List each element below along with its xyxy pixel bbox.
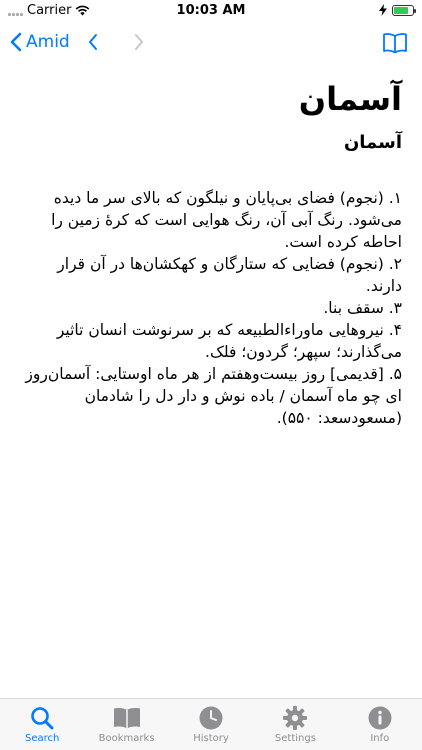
tab-search[interactable]: Search xyxy=(0,699,84,750)
entry-title: آسمان xyxy=(343,132,402,153)
tab-info[interactable]: Info xyxy=(338,699,422,750)
chevron-left-icon xyxy=(10,32,22,52)
definition-list: ۱. (نجوم) فضای بی‌پایان و نیلگون که بالا… xyxy=(20,187,402,429)
back-button[interactable]: Amid xyxy=(10,32,70,52)
status-bar: Carrier 10:03 AM xyxy=(0,0,422,22)
status-time: 10:03 AM xyxy=(176,3,246,18)
info-icon xyxy=(367,705,393,731)
search-icon xyxy=(29,705,55,731)
charging-icon xyxy=(379,4,387,16)
tab-history[interactable]: History xyxy=(169,699,253,750)
book-button[interactable] xyxy=(382,32,408,58)
settings-icon xyxy=(282,705,308,731)
tab-bar: Search Bookmarks History Settings Info xyxy=(0,698,422,750)
back-label: Amid xyxy=(26,32,70,52)
definition-item: ۲. (نجوم) فضایی که ستارگان و کهکشان‌ها د… xyxy=(57,255,402,295)
definition-item: ۵. [قدیمی] روز بیست‌وهفتم از هر ماه اوست… xyxy=(25,365,402,427)
headword: آسمان xyxy=(298,80,402,118)
definition-item: ۴. نیروهایی ماوراءالطبیعه که بر سرنوشت ا… xyxy=(56,321,402,361)
chevron-left-icon xyxy=(89,34,97,50)
definition-item: ۱. (نجوم) فضای بی‌پایان و نیلگون که بالا… xyxy=(51,189,402,251)
tab-label: Info xyxy=(370,733,390,744)
battery-fill xyxy=(394,6,409,14)
history-icon xyxy=(198,705,224,731)
definition-item: ۳. سقف بنا. xyxy=(323,299,402,317)
bookmarks-icon xyxy=(112,705,142,731)
next-entry-button[interactable] xyxy=(134,32,144,56)
status-right xyxy=(379,4,416,16)
chevron-right-icon xyxy=(135,34,143,50)
book-icon xyxy=(383,33,407,54)
tab-settings[interactable]: Settings xyxy=(253,699,337,750)
tab-label: Bookmarks xyxy=(98,733,155,744)
entry-content: آسمان آسمان ۱. (نجوم) فضای بی‌پایان و نی… xyxy=(0,70,422,698)
tab-label: Search xyxy=(25,733,60,744)
tab-label: History xyxy=(193,733,229,744)
previous-entry-button[interactable] xyxy=(88,32,98,56)
tab-bookmarks[interactable]: Bookmarks xyxy=(84,699,168,750)
tab-label: Settings xyxy=(274,733,316,744)
navigation-bar: Amid xyxy=(0,22,422,66)
battery-icon xyxy=(392,4,416,16)
